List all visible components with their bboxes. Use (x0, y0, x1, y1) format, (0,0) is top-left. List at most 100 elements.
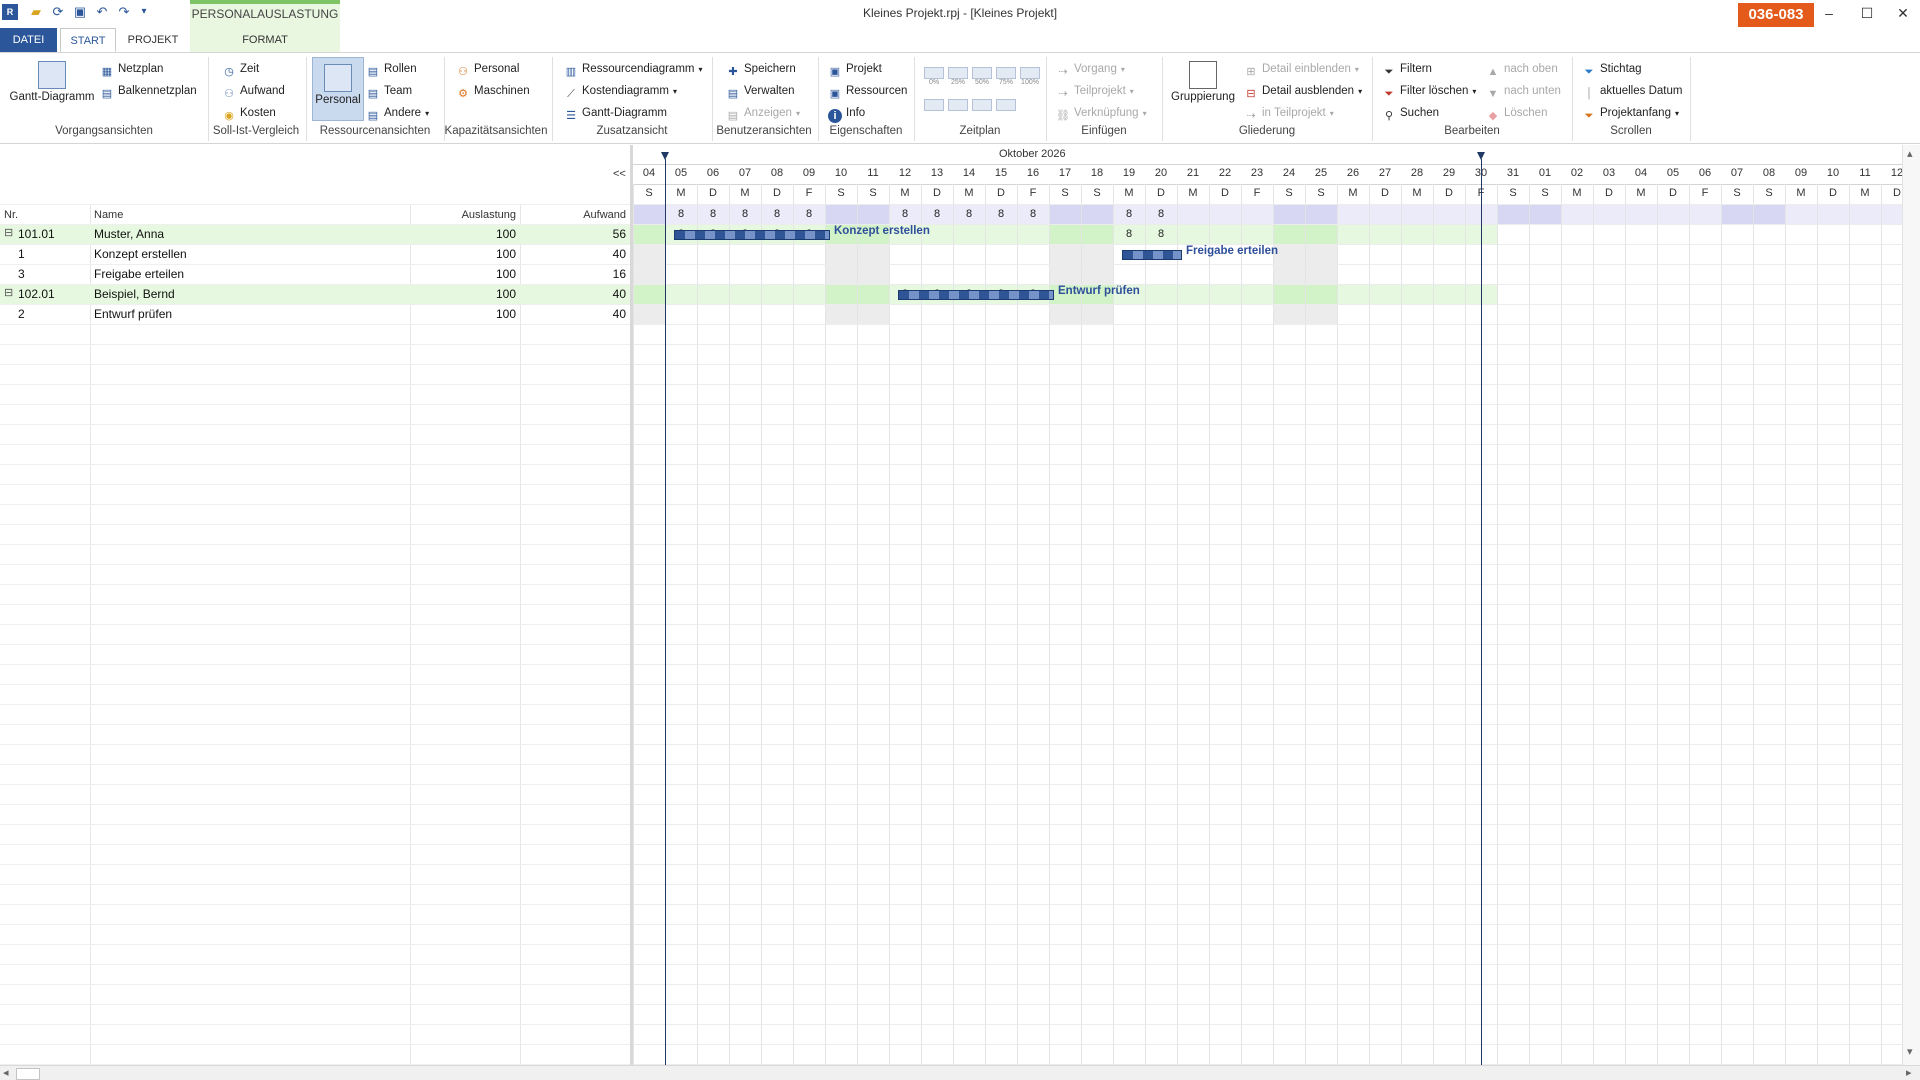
info-button[interactable]: i Info (828, 103, 865, 123)
row-gridline (0, 284, 630, 285)
tab-datei[interactable]: DATEI (0, 28, 57, 52)
schedule-split-icon[interactable] (972, 99, 992, 111)
weekday-letter: M (1348, 187, 1358, 199)
scroll-left-icon[interactable]: ◂ (3, 1066, 9, 1079)
vorgang-insert-label: Vorgang (1074, 63, 1117, 75)
projekt-properties-button[interactable]: ▣ Projekt (828, 59, 882, 79)
nach-oben-button[interactable]: ▲ nach oben (1486, 59, 1558, 79)
header-divider (633, 184, 1902, 185)
horizontal-scrollbar[interactable]: ◂ ▸ (0, 1065, 1920, 1080)
in-teilprojekt-dropdown[interactable]: ⇢ in Teilprojekt ▾ (1244, 103, 1333, 123)
vertical-scrollbar[interactable]: ▴ ▾ (1902, 145, 1920, 1065)
aufwand-button[interactable]: ⚇ Aufwand (222, 81, 285, 101)
stichtag-button[interactable]: ⏷ Stichtag (1582, 59, 1642, 79)
netzplan-button[interactable]: ▦ Netzplan (100, 59, 164, 79)
vorgang-insert-dropdown[interactable]: ⇢ Vorgang ▾ (1056, 59, 1124, 79)
progress-0-label: 0% (928, 79, 940, 86)
kapazitaet-personal-button[interactable]: ⚇ Personal (456, 59, 519, 79)
tab-projekt[interactable]: PROJEKT (118, 28, 188, 52)
filtern-button[interactable]: ⏷ Filtern (1382, 59, 1432, 79)
day-number: 28 (1410, 167, 1424, 179)
column-header-nr[interactable]: Nr. (4, 209, 18, 221)
progress-25-label: 25% (950, 79, 965, 86)
zeit-button[interactable]: ◷ Zeit (222, 59, 259, 79)
verknuepfung-insert-dropdown[interactable]: ⛓ Verknüpfung ▾ (1056, 103, 1147, 123)
progress-75-icon[interactable] (996, 67, 1016, 79)
progress-0-icon[interactable] (924, 67, 944, 79)
info-label: Info (846, 107, 866, 119)
progress-50-icon[interactable] (972, 67, 992, 79)
progress-25-icon[interactable] (948, 67, 968, 79)
gruppierung-button[interactable]: Gruppierung (1166, 57, 1240, 103)
row-nr: 3 (18, 267, 25, 281)
maschinen-button[interactable]: ⚙ Maschinen (456, 81, 530, 101)
row-aufwand: 40 (612, 287, 626, 301)
personal-view-button[interactable]: Personal (312, 57, 364, 121)
loeschen-button[interactable]: ◆ Löschen (1486, 103, 1548, 123)
schedule-move-icon[interactable] (948, 99, 968, 111)
collapse-table-button[interactable]: << (613, 168, 626, 180)
teilprojekt-insert-dropdown[interactable]: ⇢ Teilprojekt ▾ (1056, 81, 1133, 101)
kostendiagramm-dropdown[interactable]: ⟋ Kostendiagramm ▾ (564, 81, 677, 101)
ressourcendiagramm-dropdown[interactable]: ▥ Ressourcendiagramm ▾ (564, 59, 703, 79)
horizontal-scroll-thumb[interactable] (16, 1068, 40, 1080)
detail-einblenden-dropdown[interactable]: ⊞ Detail einblenden ▾ (1244, 59, 1359, 79)
task-bar[interactable] (898, 290, 1054, 300)
maximize-button[interactable]: ☐ (1852, 2, 1882, 24)
anzeigen-dropdown[interactable]: ▤ Anzeigen ▾ (726, 103, 800, 123)
scroll-right-icon[interactable]: ▸ (1906, 1066, 1912, 1079)
rollen-button[interactable]: ▤ Rollen (366, 59, 417, 79)
task-bar[interactable] (1122, 250, 1182, 260)
schedule-more-icon[interactable] (996, 99, 1016, 111)
progress-100-icon[interactable] (1020, 67, 1040, 79)
header-divider (633, 164, 1902, 165)
detail-ausblenden-dropdown[interactable]: ⊟ Detail ausblenden ▾ (1244, 81, 1362, 101)
gantt-cell-background (1689, 204, 1721, 224)
zusatz-gantt-button[interactable]: ☰ Gantt-Diagramm (564, 103, 667, 123)
task-row[interactable]: 3 Freigabe erteilen 100 16 (0, 264, 630, 284)
aktuelles-datum-button[interactable]: ⏐ aktuelles Datum (1582, 81, 1683, 101)
minimize-button[interactable]: – (1814, 2, 1844, 24)
row-gridline (0, 504, 630, 505)
gantt-cell-background (1497, 204, 1529, 224)
speichern-button[interactable]: ✚ Speichern (726, 59, 795, 79)
zeit-label: Zeit (240, 63, 260, 75)
weekday-letter: D (1381, 187, 1389, 199)
gantt-cell-background (1081, 304, 1113, 324)
scroll-up-icon[interactable]: ▴ (1907, 147, 1913, 160)
close-button[interactable]: ✕ (1888, 2, 1918, 24)
column-header-auslastung[interactable]: Auslastung (412, 209, 516, 221)
collapse-toggle-icon[interactable]: ⊟ (4, 286, 13, 299)
tab-format[interactable]: FORMAT (190, 28, 340, 52)
task-row[interactable]: 2 Entwurf prüfen 100 40 (0, 304, 630, 324)
nach-unten-button[interactable]: ▼ nach unten (1486, 81, 1561, 101)
total-hours-value: 8 (741, 208, 749, 220)
row-gridline (0, 604, 630, 605)
team-button[interactable]: ▤ Team (366, 81, 412, 101)
column-header-aufwand[interactable]: Aufwand (522, 209, 626, 221)
scroll-down-icon[interactable]: ▾ (1907, 1045, 1913, 1058)
resource-row[interactable]: ⊟ 101.01 Muster, Anna 100 56 (0, 224, 630, 244)
weekday-letter: D (1829, 187, 1837, 199)
andere-dropdown[interactable]: ▤ Andere ▾ (366, 103, 429, 123)
task-bar[interactable] (674, 230, 830, 240)
binoculars-icon: ⚲ (1384, 110, 1394, 122)
insert-subproject-icon: ⇢ (1058, 88, 1068, 100)
balkennetzplan-button[interactable]: ▤ Balkennetzplan (100, 81, 197, 101)
day-number: 07 (1730, 167, 1744, 179)
ressourcen-properties-button[interactable]: ▣ Ressourcen (828, 81, 908, 101)
projektanfang-dropdown[interactable]: ⏷ Projektanfang ▾ (1582, 103, 1679, 123)
verwalten-button[interactable]: ▤ Verwalten (726, 81, 795, 101)
task-row[interactable]: 1 Konzept erstellen 100 40 (0, 244, 630, 264)
suchen-button[interactable]: ⚲ Suchen (1382, 103, 1439, 123)
gantt-row-gridline (633, 504, 1902, 505)
tab-start[interactable]: START (60, 28, 116, 52)
collapse-toggle-icon[interactable]: ⊟ (4, 226, 13, 239)
kosten-button[interactable]: ◉ Kosten (222, 103, 276, 123)
column-header-name[interactable]: Name (94, 209, 123, 221)
day-number: 29 (1442, 167, 1456, 179)
filter-loeschen-dropdown[interactable]: ⏷ Filter löschen ▾ (1382, 81, 1477, 101)
schedule-align-icon[interactable] (924, 99, 944, 111)
gantt-diagram-button[interactable]: Gantt-Diagramm (6, 57, 98, 103)
resource-row[interactable]: ⊟ 102.01 Beispiel, Bernd 100 40 (0, 284, 630, 304)
